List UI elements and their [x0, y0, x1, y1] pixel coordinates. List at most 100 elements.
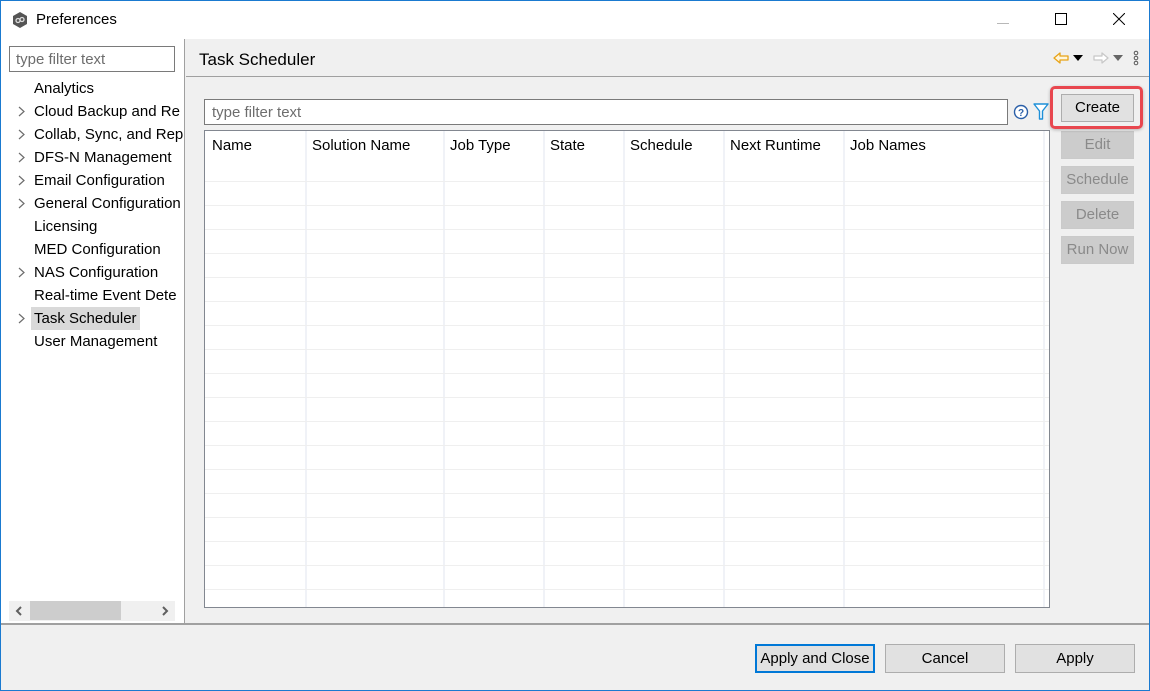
- tree-item-label: NAS Configuration: [34, 264, 159, 281]
- table-row-divider: [205, 301, 1049, 302]
- column-header[interactable]: Schedule: [623, 131, 693, 158]
- back-arrow-icon[interactable]: [1053, 52, 1069, 64]
- back-dropdown-icon[interactable]: [1073, 55, 1083, 61]
- tree-item[interactable]: Licensing: [1, 215, 184, 238]
- tree-item-label: Analytics: [34, 80, 95, 97]
- preferences-window: Preferences Analytics Cloud Backup and Re…: [0, 0, 1150, 691]
- column-header[interactable]: State: [543, 131, 585, 158]
- table-row-divider: [205, 229, 1049, 230]
- svg-text:?: ?: [1018, 108, 1024, 119]
- navigation-toolbar: [1053, 48, 1139, 68]
- forward-dropdown-icon[interactable]: [1113, 55, 1123, 61]
- table-row-divider: [205, 325, 1049, 326]
- table-row-divider: [205, 181, 1049, 182]
- close-button[interactable]: [1090, 1, 1148, 39]
- scroll-left-icon[interactable]: [9, 601, 29, 621]
- table-row-divider: [205, 349, 1049, 350]
- tree-item[interactable]: NAS Configuration: [1, 261, 184, 284]
- column-header[interactable]: Name: [205, 131, 252, 158]
- column-header[interactable]: Next Runtime: [723, 131, 821, 158]
- footer-separator: [1, 623, 1149, 625]
- chevron-right-icon[interactable]: [15, 169, 27, 192]
- tree-item[interactable]: Analytics: [1, 77, 184, 100]
- table-row-divider: [205, 493, 1049, 494]
- chevron-right-icon[interactable]: [15, 261, 27, 284]
- table-row-divider: [205, 373, 1049, 374]
- column-header[interactable]: Job Type: [443, 131, 511, 158]
- forward-arrow-icon[interactable]: [1093, 52, 1109, 64]
- chevron-right-icon[interactable]: [15, 123, 27, 146]
- tree-item-label: Email Configuration: [34, 172, 165, 189]
- preferences-tree: Analytics Cloud Backup and Re Collab, Sync…: [1, 77, 184, 353]
- tree-item[interactable]: Real-time Event Dete: [1, 284, 184, 307]
- tree-horizontal-scrollbar[interactable]: [9, 601, 175, 621]
- table-row-divider: [205, 277, 1049, 278]
- maximize-button[interactable]: [1032, 1, 1090, 39]
- delete-button[interactable]: Delete: [1061, 201, 1134, 229]
- tree-item[interactable]: Collab, Sync, and Rep: [1, 123, 184, 146]
- column-divider: [305, 131, 307, 607]
- run-now-button[interactable]: Run Now: [1061, 236, 1134, 264]
- tree-item[interactable]: Email Configuration: [1, 169, 184, 192]
- page-title: Task Scheduler: [199, 50, 316, 69]
- tree-item[interactable]: Task Scheduler: [1, 307, 184, 330]
- table-row-divider: [205, 517, 1049, 518]
- filter-icon[interactable]: [1033, 103, 1049, 121]
- column-divider: [623, 131, 625, 607]
- table-row-divider: [205, 253, 1049, 254]
- help-icon[interactable]: ?: [1013, 104, 1029, 120]
- table-row-divider: [205, 565, 1049, 566]
- app-icon: [12, 12, 28, 28]
- task-table[interactable]: Name Solution Name Job Type State Schedule Ne…: [204, 130, 1050, 608]
- tree-item[interactable]: General Configuration: [1, 192, 184, 215]
- table-row-divider: [205, 421, 1049, 422]
- title-bar: Preferences: [1, 1, 1149, 39]
- window-title: Preferences: [36, 11, 117, 28]
- table-row-divider: [205, 445, 1049, 446]
- tree-item[interactable]: Cloud Backup and Re: [1, 100, 184, 123]
- column-divider: [543, 131, 545, 607]
- table-row-divider: [205, 397, 1049, 398]
- more-menu-icon[interactable]: [1133, 50, 1139, 66]
- create-button[interactable]: Create: [1061, 94, 1134, 122]
- tree-item[interactable]: DFS-N Management: [1, 146, 184, 169]
- tree-item-label: Task Scheduler: [31, 307, 140, 330]
- page-header: Task Scheduler: [186, 39, 1149, 77]
- cancel-button[interactable]: Cancel: [885, 644, 1005, 673]
- tree-item[interactable]: User Management: [1, 330, 184, 353]
- task-filter-input[interactable]: [204, 99, 1008, 125]
- tree-filter-input[interactable]: [9, 46, 175, 72]
- chevron-right-icon[interactable]: [15, 192, 27, 215]
- column-divider: [1043, 131, 1045, 607]
- schedule-button[interactable]: Schedule: [1061, 166, 1134, 194]
- chevron-right-icon[interactable]: [15, 100, 27, 123]
- chevron-right-icon[interactable]: [15, 307, 27, 330]
- close-icon: [1112, 12, 1126, 29]
- table-row-divider: [205, 469, 1049, 470]
- scroll-right-icon[interactable]: [155, 601, 175, 621]
- table-header: Name Solution Name Job Type State Schedule Ne…: [205, 131, 1049, 158]
- tree-item-label: MED Configuration: [34, 241, 161, 258]
- tree-item-label: General Configuration: [34, 195, 181, 212]
- minimize-icon: [997, 12, 1009, 29]
- tree-item-label: Licensing: [34, 218, 98, 235]
- column-divider: [443, 131, 445, 607]
- minimize-button[interactable]: [974, 1, 1032, 39]
- table-row-divider: [205, 205, 1049, 206]
- apply-and-close-button[interactable]: Apply and Close: [755, 644, 875, 673]
- preferences-tree-panel: Analytics Cloud Backup and Re Collab, Sync…: [1, 39, 185, 623]
- column-header[interactable]: Job Names: [843, 131, 926, 158]
- chevron-right-icon[interactable]: [15, 146, 27, 169]
- maximize-icon: [1055, 12, 1067, 29]
- column-header[interactable]: Solution Name: [305, 131, 410, 158]
- tree-item-label: Real-time Event Dete: [34, 287, 177, 304]
- edit-button[interactable]: Edit: [1061, 131, 1134, 159]
- column-divider: [723, 131, 725, 607]
- scrollbar-thumb[interactable]: [30, 601, 121, 620]
- tree-item-label: Cloud Backup and Re: [34, 103, 180, 120]
- tree-item-label: DFS-N Management: [34, 149, 172, 166]
- tree-item-label: Collab, Sync, and Rep: [34, 126, 184, 143]
- tree-item[interactable]: MED Configuration: [1, 238, 184, 261]
- apply-button[interactable]: Apply: [1015, 644, 1135, 673]
- tree-item-label: User Management: [34, 333, 158, 350]
